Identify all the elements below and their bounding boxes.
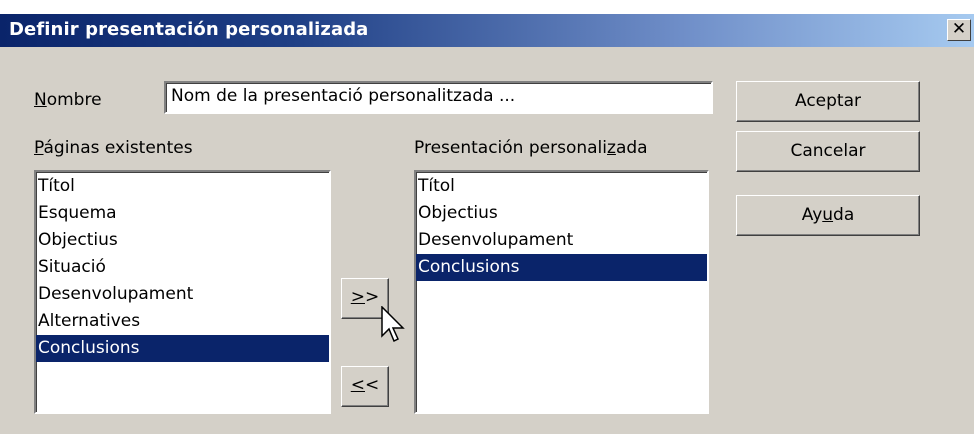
list-item[interactable]: Títol xyxy=(416,173,707,200)
list-item[interactable]: Títol xyxy=(36,173,329,200)
list-item[interactable]: Esquema xyxy=(36,200,329,227)
help-button[interactable]: Ayuda xyxy=(736,195,920,236)
list-item[interactable]: Desenvolupament xyxy=(36,281,329,308)
name-label: Nombre xyxy=(34,90,102,110)
list-item[interactable]: Objectius xyxy=(36,227,329,254)
mouse-pointer-icon xyxy=(381,306,405,343)
existing-pages-list[interactable]: Títol Esquema Objectius Situació Desenvo… xyxy=(34,170,331,414)
name-input[interactable]: Nom de la presentació personalitzada ... xyxy=(164,81,713,114)
custom-presentation-label: Presentación personalizada xyxy=(414,138,648,158)
remove-page-button[interactable]: << xyxy=(341,366,389,407)
list-item[interactable]: Alternatives xyxy=(36,308,329,335)
custom-slideshow-dialog: Definir presentación personalizada ✕ Nom… xyxy=(0,14,974,434)
close-icon: ✕ xyxy=(951,19,967,39)
list-item-selected[interactable]: Conclusions xyxy=(416,254,707,281)
existing-pages-label: Páginas existentes xyxy=(34,138,193,158)
ok-button[interactable]: Aceptar xyxy=(736,81,920,122)
list-item[interactable]: Objectius xyxy=(416,200,707,227)
list-item[interactable]: Desenvolupament xyxy=(416,227,707,254)
cancel-button[interactable]: Cancelar xyxy=(736,131,920,172)
dialog-titlebar: Definir presentación personalizada ✕ xyxy=(0,14,974,47)
dialog-title: Definir presentación personalizada xyxy=(9,19,369,40)
list-item[interactable]: Situació xyxy=(36,254,329,281)
list-item-selected[interactable]: Conclusions xyxy=(36,335,329,362)
custom-presentation-list[interactable]: Títol Objectius Desenvolupament Conclusi… xyxy=(414,170,709,414)
close-button[interactable]: ✕ xyxy=(947,19,971,41)
